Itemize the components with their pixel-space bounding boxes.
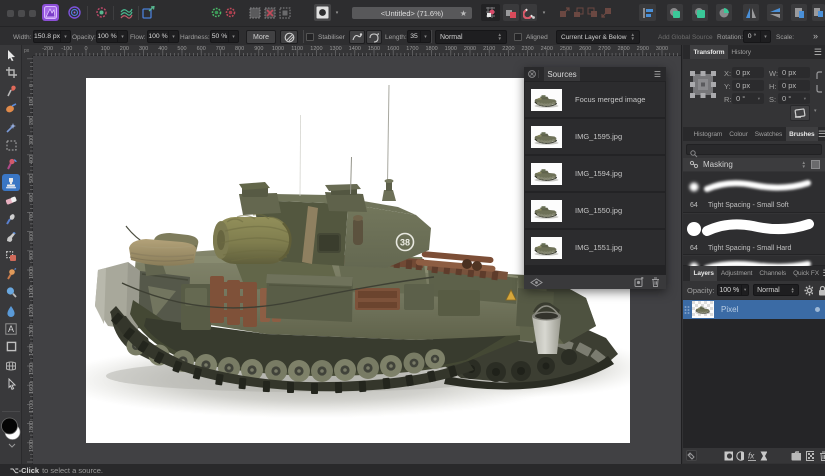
svg-text:fx: fx <box>748 451 755 460</box>
svg-text:64: 64 <box>690 202 698 209</box>
svg-text:38: 38 <box>400 238 410 248</box>
svg-text:64: 64 <box>690 245 698 252</box>
svg-text:Tight Spacing - Small Hard: Tight Spacing - Small Hard <box>708 245 791 252</box>
svg-text:A: A <box>8 324 14 334</box>
svg-text:Tight Spacing - Small Soft: Tight Spacing - Small Soft <box>708 202 789 209</box>
